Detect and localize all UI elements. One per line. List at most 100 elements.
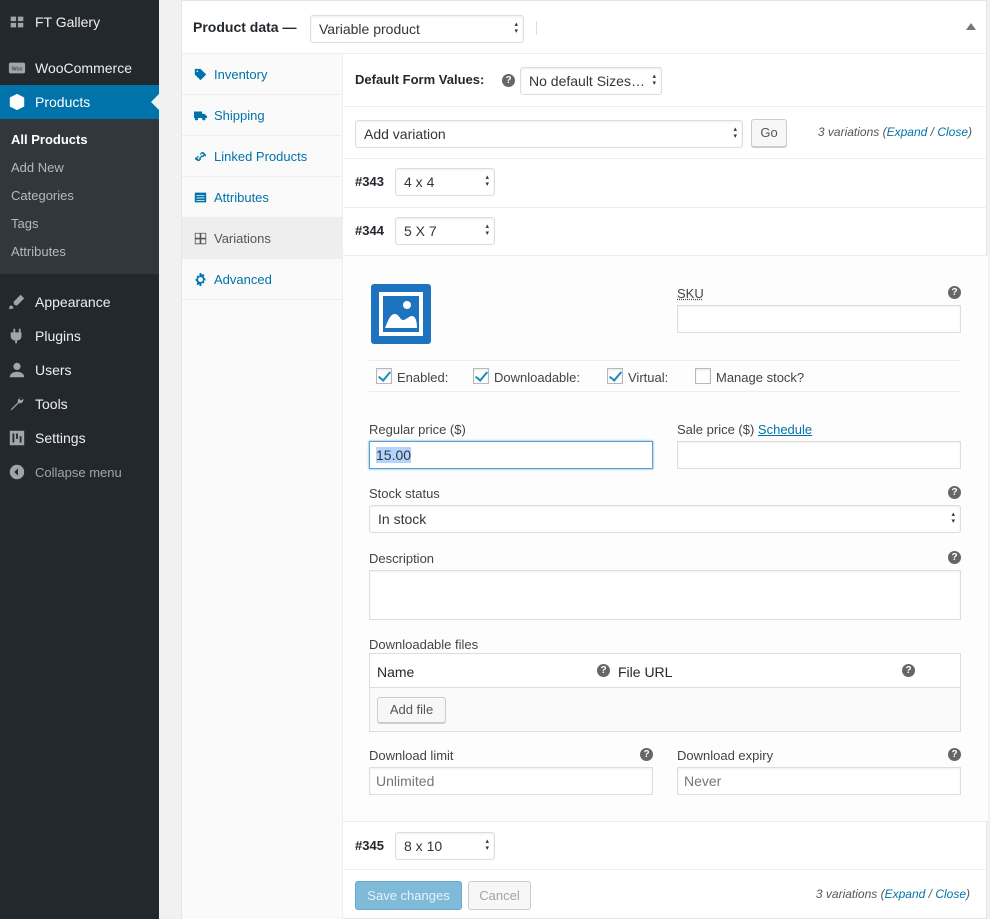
truck-icon <box>193 109 207 122</box>
tab-shipping-label: Shipping <box>214 107 265 123</box>
list-icon <box>193 191 207 204</box>
collapse-menu-button[interactable]: Collapse menu <box>0 455 159 489</box>
svg-text:Woo: Woo <box>12 67 23 73</box>
variation-id: #345 <box>355 838 384 853</box>
sale-price-label: Sale price ($) Schedule <box>677 422 813 437</box>
sale-price-input[interactable] <box>677 441 961 469</box>
manage-stock-checkbox[interactable] <box>695 368 711 384</box>
products-box-icon <box>8 93 26 111</box>
downloadable-checkbox[interactable] <box>473 368 489 384</box>
menu-plugins-label: Plugins <box>35 328 81 344</box>
menu-site-name[interactable]: FT Gallery <box>0 5 159 39</box>
submenu-attributes[interactable]: Attributes <box>11 242 66 262</box>
woocommerce-icon: Woo <box>8 59 26 77</box>
sku-label: SKU <box>677 286 704 301</box>
close-link[interactable]: Close <box>935 887 966 901</box>
close-link[interactable]: Close <box>937 125 968 139</box>
submenu-all-products[interactable]: All Products <box>11 130 88 150</box>
stock-status-select[interactable]: In stock <box>369 505 961 533</box>
downloadable-files-label: Downloadable files <box>369 637 479 652</box>
menu-woocommerce-label: WooCommerce <box>35 60 132 76</box>
tab-linked-products[interactable]: Linked Products <box>182 136 343 177</box>
submenu-add-new[interactable]: Add New <box>11 158 64 178</box>
regular-price-label: Regular price ($) <box>369 422 466 437</box>
variation-size-select[interactable]: 8 x 10 <box>395 832 495 860</box>
default-sizes-select[interactable]: No default Sizes… <box>520 67 662 95</box>
enabled-checkbox[interactable] <box>376 368 392 384</box>
cancel-button[interactable]: Cancel <box>468 881 531 910</box>
divider <box>343 207 988 208</box>
menu-users[interactable]: Users <box>0 353 159 387</box>
tab-variations-label: Variations <box>214 230 271 246</box>
menu-settings[interactable]: Settings <box>0 421 159 455</box>
enabled-label: Enabled: <box>397 370 449 385</box>
downloadable-files-table: Name ? File URL ? Add file <box>369 653 961 732</box>
collapse-panel-toggle-icon[interactable] <box>966 23 976 30</box>
variation-details: SKU ? Enabled: Downloadable: Virtual: Ma… <box>343 256 988 822</box>
variation-size-select[interactable]: 4 x 4 <box>395 168 495 196</box>
submenu-tags[interactable]: Tags <box>11 214 38 234</box>
virtual-label: Virtual: <box>628 370 669 385</box>
menu-settings-label: Settings <box>35 430 86 446</box>
menu-products[interactable]: Products <box>0 85 159 119</box>
menu-appearance-label: Appearance <box>35 294 111 310</box>
help-icon: ? <box>502 74 515 87</box>
product-data-header: Product data — Variable product <box>182 1 988 54</box>
schedule-link[interactable]: Schedule <box>758 422 812 437</box>
tab-inventory-label: Inventory <box>214 66 268 82</box>
variation-action-select[interactable]: Add variation <box>355 120 743 148</box>
add-file-button[interactable]: Add file <box>377 697 446 723</box>
gallery-icon <box>8 13 26 31</box>
menu-tools[interactable]: Tools <box>0 387 159 421</box>
expand-link[interactable]: Expand <box>885 887 926 901</box>
stock-status-label: Stock status <box>369 486 440 501</box>
help-icon: ? <box>597 664 610 677</box>
help-icon: ? <box>948 486 961 499</box>
plug-icon <box>8 327 26 345</box>
download-limit-input[interactable]: Unlimited <box>369 767 653 795</box>
submenu-categories[interactable]: Categories <box>11 186 74 206</box>
product-data-tabs: Inventory Shipping Linked Products Attri… <box>182 54 343 919</box>
downloadable-label: Downloadable: <box>494 370 581 385</box>
expand-link[interactable]: Expand <box>887 125 928 139</box>
go-button[interactable]: Go <box>751 119 787 147</box>
variations-count-bottom: 3 variations (Expand / Close) <box>815 887 970 901</box>
tab-attributes-label: Attributes <box>214 189 269 205</box>
divider <box>343 869 988 870</box>
paintbrush-icon <box>8 293 26 311</box>
download-limit-label: Download limit <box>369 748 454 763</box>
sku-input[interactable] <box>677 305 961 333</box>
product-data-panel: Product data — Variable product Inventor… <box>181 0 988 919</box>
menu-site-name-label: FT Gallery <box>35 14 101 30</box>
variation-image-placeholder[interactable] <box>371 284 431 344</box>
variation-size-select[interactable]: 5 X 7 <box>395 217 495 245</box>
tag-icon <box>193 68 207 81</box>
tab-attributes[interactable]: Attributes <box>182 177 343 218</box>
menu-appearance[interactable]: Appearance <box>0 285 159 319</box>
collapse-arrow-icon <box>8 463 26 481</box>
tab-inventory[interactable]: Inventory <box>182 54 343 95</box>
virtual-checkbox[interactable] <box>607 368 623 384</box>
collapse-menu-label: Collapse menu <box>35 464 122 480</box>
save-changes-button[interactable]: Save changes <box>355 881 462 910</box>
default-form-values-label: Default Form Values: <box>355 72 485 87</box>
help-icon: ? <box>948 286 961 299</box>
manage-stock-label: Manage stock? <box>716 370 805 385</box>
menu-woocommerce[interactable]: Woo WooCommerce <box>0 51 159 85</box>
variations-count-top: 3 variations (Expand / Close) <box>817 125 972 139</box>
user-icon <box>8 361 26 379</box>
help-icon: ? <box>948 748 961 761</box>
description-textarea[interactable] <box>369 570 961 620</box>
regular-price-input[interactable]: 15.00 <box>369 441 653 469</box>
product-data-title: Product data — <box>193 19 297 35</box>
divider <box>343 106 988 107</box>
help-icon: ? <box>640 748 653 761</box>
tab-variations[interactable]: Variations <box>182 218 343 259</box>
variation-id: #344 <box>355 223 384 238</box>
tab-advanced[interactable]: Advanced <box>182 259 343 300</box>
tab-shipping[interactable]: Shipping <box>182 95 343 136</box>
products-submenu: All Products Add New Categories Tags Att… <box>0 119 159 274</box>
menu-plugins[interactable]: Plugins <box>0 319 159 353</box>
download-expiry-input[interactable]: Never <box>677 767 961 795</box>
product-type-select[interactable]: Variable product <box>310 15 524 43</box>
